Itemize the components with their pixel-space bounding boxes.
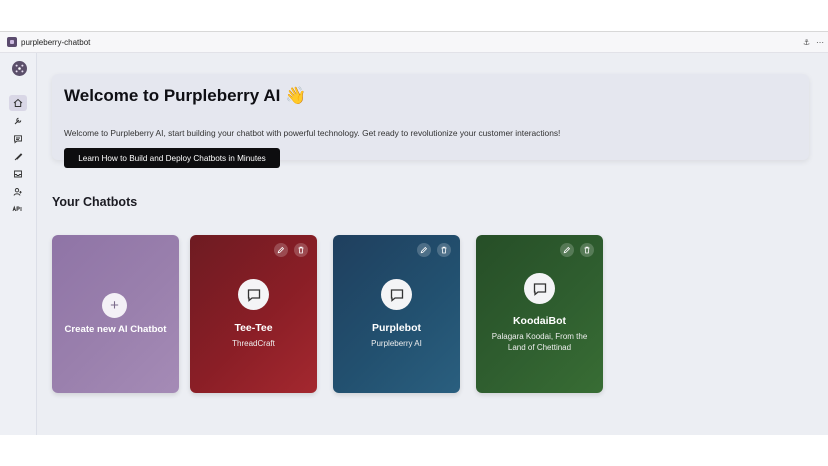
chatbot-card-koodaibot[interactable]: KoodaiBot Palagara Koodai, From the Land… [476, 235, 603, 393]
window-titlebar: purpleberry-chatbot ⚓ ⋯ [0, 32, 828, 53]
edit-icon[interactable] [274, 243, 288, 257]
chatbot-card-purplebot[interactable]: Purplebot Purpleberry AI [333, 235, 460, 393]
plus-icon: + [102, 293, 127, 318]
pin-icon[interactable]: ⚓ [803, 38, 810, 47]
chat-bubble-icon [381, 279, 412, 310]
chat-icon [14, 135, 22, 144]
chat-bubble-icon [238, 279, 269, 310]
welcome-subtitle: Welcome to Purpleberry AI, start buildin… [64, 128, 561, 138]
chatbot-subtitle: Palagara Koodai, From the Land of Chetti… [491, 332, 588, 352]
brush-icon [14, 153, 23, 161]
logo-icon [15, 64, 24, 73]
edit-icon[interactable] [417, 243, 431, 257]
sidebar-item-inbox[interactable] [9, 166, 27, 182]
sidebar-item-api[interactable] [9, 201, 27, 217]
chatbot-card-tee-tee[interactable]: Tee-Tee ThreadCraft [190, 235, 317, 393]
sidebar-item-chat[interactable] [9, 131, 27, 147]
delete-icon[interactable] [580, 243, 594, 257]
home-icon [13, 98, 23, 107]
app-favicon-icon [7, 37, 17, 47]
delete-icon[interactable] [437, 243, 451, 257]
window-title: purpleberry-chatbot [21, 37, 91, 47]
api-icon [12, 205, 22, 212]
more-icon[interactable]: ⋯ [816, 38, 824, 47]
sidebar-item-user-add[interactable] [9, 184, 27, 200]
sidebar-item-tools[interactable] [9, 113, 27, 129]
chatbot-name: Purplebot [372, 322, 421, 334]
create-chatbot-card[interactable]: + Create new AI Chatbot [52, 235, 179, 393]
create-chatbot-label: Create new AI Chatbot [64, 324, 167, 335]
tools-icon [14, 117, 22, 125]
chat-bubble-icon [524, 273, 555, 304]
sidebar-item-brush[interactable] [9, 149, 27, 165]
page-title: Welcome to Purpleberry AI 👋 [64, 86, 307, 105]
sidebar [0, 53, 37, 435]
learn-build-deploy-button[interactable]: Learn How to Build and Deploy Chatbots i… [64, 148, 280, 168]
welcome-banner: Welcome to Purpleberry AI 👋 Welcome to P… [52, 74, 809, 168]
app-logo[interactable] [12, 61, 27, 76]
chatbot-subtitle: ThreadCraft [232, 339, 275, 348]
browser-top-strip [0, 0, 828, 32]
user-add-icon [13, 188, 22, 196]
titlebar-actions: ⚓ ⋯ [803, 32, 824, 52]
main-content: Welcome to Purpleberry AI 👋 Welcome to P… [37, 53, 828, 435]
chatbot-subtitle: Purpleberry AI [371, 339, 422, 348]
edit-icon[interactable] [560, 243, 574, 257]
inbox-icon [14, 170, 22, 178]
sidebar-item-home[interactable] [9, 95, 27, 111]
section-title-chatbots: Your Chatbots [52, 195, 138, 209]
chatbot-name: Tee-Tee [234, 322, 273, 334]
delete-icon[interactable] [294, 243, 308, 257]
bottom-strip [0, 435, 828, 466]
chatbot-name: KoodaiBot [512, 315, 567, 327]
